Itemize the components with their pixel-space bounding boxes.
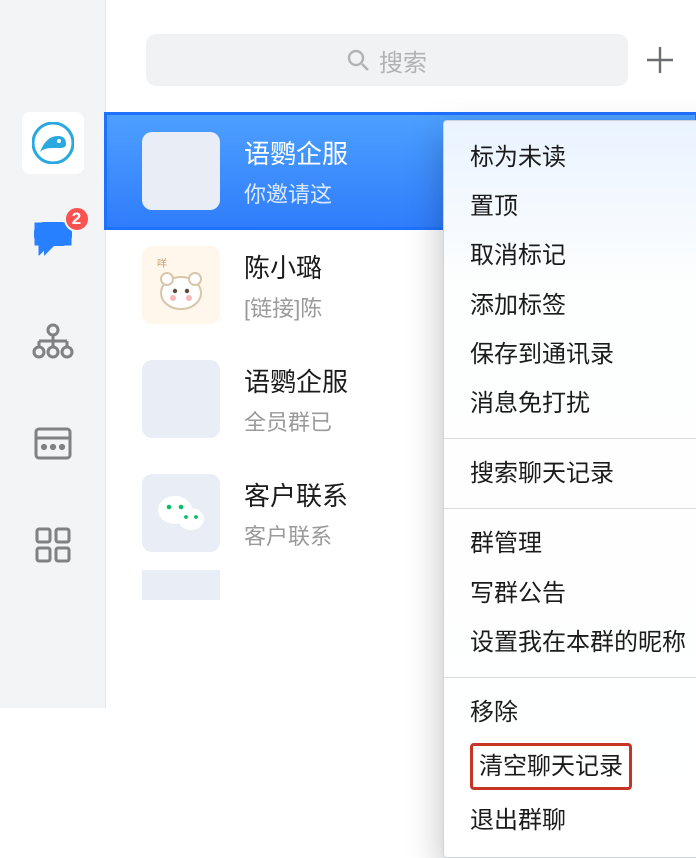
highlighted-menu-item: 清空聊天记录 (470, 743, 632, 790)
context-menu-item[interactable]: 退出群聊▶ (444, 796, 696, 845)
search-icon (347, 49, 369, 71)
unread-badge: 2 (64, 206, 90, 232)
menu-item-label: 设置我在本群的昵称 (470, 624, 686, 661)
nav-apps[interactable] (30, 522, 76, 568)
context-menu-item[interactable]: 清空聊天记录 (444, 737, 696, 796)
menu-item-label: 搜索聊天记录 (470, 455, 614, 492)
conversation-avatar: 咩 (142, 246, 220, 324)
nav-chats[interactable]: 2 (30, 216, 76, 262)
svg-text:咩: 咩 (157, 257, 167, 270)
context-menu-item[interactable]: 搜索聊天记录 (444, 449, 696, 498)
menu-item-label: 消息免打扰 (470, 385, 590, 422)
menu-item-label: 群管理 (470, 525, 542, 562)
menu-item-label: 添加标签 (470, 287, 566, 324)
nav-org[interactable] (30, 318, 76, 364)
chat-list-panel: 搜索 语鹦企服 你邀请这 咩 (106, 0, 696, 708)
menu-item-label: 移除 (470, 694, 518, 731)
org-chart-icon (32, 323, 74, 359)
sidebar: 2 (0, 0, 106, 708)
context-menu-item[interactable]: 设置我在本群的昵称 (444, 618, 696, 667)
menu-separator (444, 677, 696, 678)
context-menu-item[interactable]: 写群公告 (444, 569, 696, 618)
calendar-icon (33, 425, 73, 461)
search-input[interactable]: 搜索 (146, 34, 628, 86)
sheep-avatar-icon: 咩 (151, 255, 211, 315)
context-menu-item[interactable]: 置顶 (444, 182, 696, 231)
apps-grid-icon (34, 526, 72, 564)
wechat-icon (156, 492, 206, 534)
menu-item-label: 保存到通讯录 (470, 336, 614, 373)
conversation-avatar (142, 360, 220, 438)
context-menu-item[interactable]: 群管理 (444, 519, 696, 568)
plus-icon (645, 45, 675, 75)
conversation-avatar (142, 474, 220, 552)
context-menu-item[interactable]: 移除 (444, 688, 696, 737)
conversation-avatar (142, 570, 220, 600)
menu-item-label: 取消标记 (470, 237, 566, 274)
new-chat-button[interactable] (642, 42, 678, 78)
menu-item-label: 退出群聊 (470, 802, 566, 839)
context-menu-item[interactable]: 标为未读 (444, 133, 696, 182)
context-menu-item[interactable]: 取消标记 (444, 231, 696, 280)
bird-logo-icon (32, 122, 74, 164)
conversation-avatar (142, 132, 220, 210)
context-menu-item[interactable]: 添加标签 (444, 281, 696, 330)
context-menu: 标为未读置顶取消标记添加标签保存到通讯录消息免打扰搜索聊天记录群管理写群公告设置… (443, 120, 696, 858)
context-menu-item[interactable]: 消息免打扰 (444, 379, 696, 428)
menu-separator (444, 508, 696, 509)
menu-item-label: 置顶 (470, 188, 518, 225)
nav-calendar[interactable] (30, 420, 76, 466)
context-menu-item[interactable]: 保存到通讯录 (444, 330, 696, 379)
search-placeholder: 搜索 (379, 43, 427, 78)
app-avatar[interactable] (22, 112, 84, 174)
menu-item-label: 写群公告 (470, 575, 566, 612)
menu-item-label: 标为未读 (470, 139, 566, 176)
menu-separator (444, 438, 696, 439)
